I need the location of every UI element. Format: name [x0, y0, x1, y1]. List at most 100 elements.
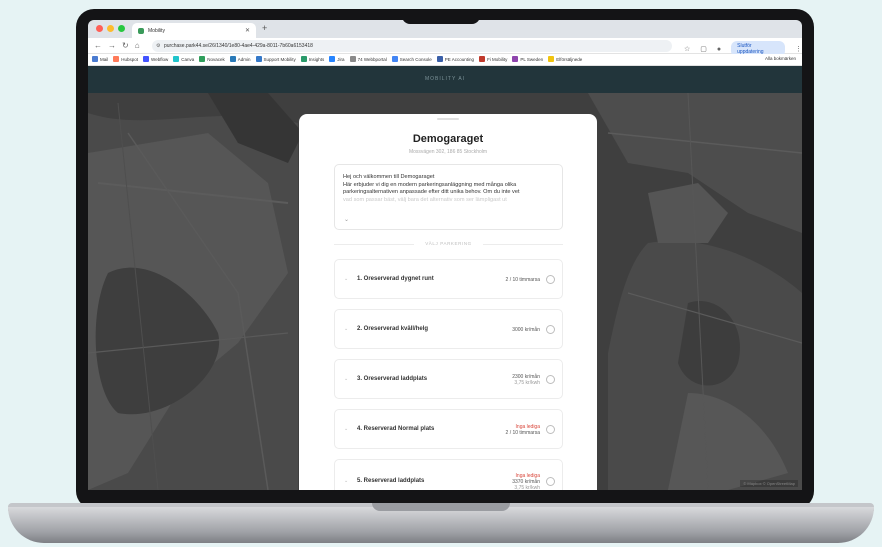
bookmark-label: PE Accounting: [444, 56, 475, 62]
welcome-line: Här erbjuder vi dig en modern parkerings…: [343, 181, 517, 188]
bookmark-favicon-icon: [349, 56, 356, 62]
option-radio[interactable]: [546, 477, 555, 486]
profile-icon[interactable]: ●: [717, 46, 721, 53]
laptop-base: [8, 507, 874, 543]
bookmark-label: Jira: [337, 56, 345, 62]
home-icon[interactable]: ⌂: [135, 41, 140, 50]
option-price: 3000 kr/mån: [512, 327, 540, 333]
option-radio[interactable]: [546, 325, 555, 334]
map-credit[interactable]: © Mapbox © OpenStreetMap: [740, 480, 798, 487]
close-window-button[interactable]: [96, 25, 103, 32]
price-note: 3,75 kr/kwh: [514, 380, 540, 386]
option-price: 2 / 10 timmarsa: [506, 277, 540, 283]
bookmark-item[interactable]: Admin: [229, 56, 251, 62]
tab-title: Mobility: [148, 28, 165, 34]
garage-address: Mossvägen 302, 186 85 Stockholm: [408, 149, 488, 155]
bookmark-item[interactable]: PE Accounting: [436, 56, 475, 62]
bookmark-label: Hubspot: [121, 56, 139, 62]
back-icon[interactable]: ←: [94, 41, 102, 50]
all-bookmarks[interactable]: Alla bokmärken: [765, 56, 796, 61]
expand-chevron-icon[interactable]: ⌄: [344, 217, 349, 225]
option-name: 3. Oreserverad laddplats: [357, 376, 428, 382]
bookmark-favicon-icon: [229, 56, 236, 62]
sidepanel-icon[interactable]: ▢: [700, 45, 707, 53]
reload-icon[interactable]: ↻: [122, 41, 129, 50]
bookmark-favicon-icon: [199, 56, 206, 62]
option-name: 2. Oreserverad kväll/helg: [357, 326, 429, 332]
bookmark-favicon-icon: [329, 56, 336, 62]
price-value: 2 / 10 timmarsa: [505, 430, 540, 436]
forward-icon[interactable]: →: [108, 41, 116, 50]
minimize-window-button[interactable]: [107, 25, 114, 32]
bookmark-item[interactable]: Fi Mobility: [479, 56, 507, 62]
welcome-message: Hej och välkommen till Demogaraget Här e…: [334, 164, 563, 230]
camera-notch: [402, 9, 480, 24]
nav-buttons: ← → ↻ ⌂: [94, 41, 140, 50]
bookmark-item[interactable]: Canva: [173, 56, 194, 62]
bookmark-favicon-icon: [143, 56, 150, 62]
price-value: 2 / 10 timmarsa: [505, 276, 540, 283]
address-bar[interactable]: ⚙ purchase.park44.se/26/1340/1e80-4ae4-4…: [152, 40, 672, 52]
browser-tab[interactable]: Mobility ✕: [132, 23, 256, 38]
bookmark-favicon-icon: [548, 56, 555, 62]
bookmark-item[interactable]: Novacek: [199, 56, 225, 62]
bookmark-favicon-icon: [173, 56, 180, 62]
bookmark-item[interactable]: Support Mobility: [255, 56, 296, 62]
option-radio[interactable]: [546, 375, 555, 384]
availability-warning: Inga lediga: [515, 472, 540, 479]
browser-toolbar: ← → ↻ ⌂ ⚙ purchase.park44.se/26/1340/1e8…: [88, 38, 802, 57]
option-radio[interactable]: [546, 275, 555, 284]
sheet-grabber[interactable]: [437, 118, 459, 120]
option-name: 4. Reserverad Normal plats: [357, 426, 435, 432]
bookmark-label: Canva: [181, 56, 195, 62]
app-header: MOBILITY AI: [88, 66, 802, 93]
parking-option[interactable]: ⌄ 3. Oreserverad laddplats 2300 kr/mån 3,75…: [334, 359, 563, 399]
option-expand-icon[interactable]: ⌄: [344, 376, 348, 382]
option-expand-icon[interactable]: ⌄: [344, 426, 348, 432]
parking-option[interactable]: ⌄ 2. Oreserverad kväll/helg 3000 kr/mån: [334, 309, 563, 349]
bookmark-item[interactable]: PL Sweden: [512, 56, 543, 62]
option-price: Inga lediga 3370 kr/mån 3,75 kr/kwh: [512, 473, 540, 490]
garage-modal: Demogaraget Mossvägen 302, 186 85 Stockh…: [299, 114, 597, 490]
site-info-icon[interactable]: ⚙: [156, 43, 160, 49]
bookmark-item[interactable]: 74 Webbportal: [349, 56, 387, 62]
option-price: 2300 kr/mån 3,75 kr/kwh: [512, 374, 540, 386]
app-title: MOBILITY AI: [424, 76, 466, 82]
parking-option[interactable]: ⌄ 4. Reserverad Normal plats Inga lediga 2 …: [334, 409, 563, 449]
price-value: 3000 kr/mån: [512, 326, 540, 333]
option-name: 1. Oreserverad dygnet runt: [357, 276, 434, 282]
maximize-window-button[interactable]: [118, 25, 125, 32]
laptop-screen: Mobility ✕ + ← → ↻ ⌂ ⚙ purchase.park44.s…: [88, 20, 802, 490]
garage-title: Demogaraget: [412, 133, 484, 145]
option-expand-icon[interactable]: ⌄: [344, 276, 348, 282]
bookmark-favicon-icon: [92, 56, 98, 62]
bookmark-label: Support Mobility: [263, 56, 296, 62]
bookmark-item[interactable]: Search Console: [391, 56, 432, 62]
parking-option[interactable]: ⌄ 5. Reserverad laddplats Inga lediga 3370 …: [334, 459, 563, 490]
option-price: Inga lediga 2 / 10 timmarsa: [506, 424, 540, 436]
bookmark-label: Search Console: [399, 56, 432, 62]
section-divider: VÄLJ PARKERING: [334, 240, 563, 248]
bookmark-star-icon[interactable]: ☆: [684, 45, 690, 53]
option-expand-icon[interactable]: ⌄: [344, 326, 348, 332]
bookmark-item[interactable]: Insights: [300, 56, 324, 62]
option-expand-icon[interactable]: ⌄: [344, 478, 348, 484]
bookmark-favicon-icon: [479, 56, 486, 62]
bookmark-favicon-icon: [391, 56, 398, 62]
bookmark-item[interactable]: Mail: [92, 56, 108, 62]
price-note: 3,75 kr/kwh: [514, 485, 540, 490]
new-tab-icon[interactable]: +: [262, 23, 267, 33]
menu-icon[interactable]: ⋮: [795, 45, 802, 53]
option-radio[interactable]: [546, 425, 555, 434]
bookmark-item[interactable]: Jira: [329, 56, 345, 62]
bookmark-label: Elförsäljnede: [556, 56, 583, 62]
bookmark-label: PL Sweden: [520, 56, 544, 62]
bookmark-favicon-icon: [436, 56, 443, 62]
tab-favicon-icon: [138, 28, 144, 34]
bookmark-item[interactable]: Webflow: [143, 56, 168, 62]
bookmark-label: Admin: [237, 56, 251, 62]
tab-close-icon[interactable]: ✕: [245, 27, 250, 34]
bookmark-item[interactable]: Hubspot: [113, 56, 138, 62]
parking-option[interactable]: ⌄ 1. Oreserverad dygnet runt 2 / 10 timmar…: [334, 259, 563, 299]
bookmark-item[interactable]: Elförsäljnede: [548, 56, 582, 62]
